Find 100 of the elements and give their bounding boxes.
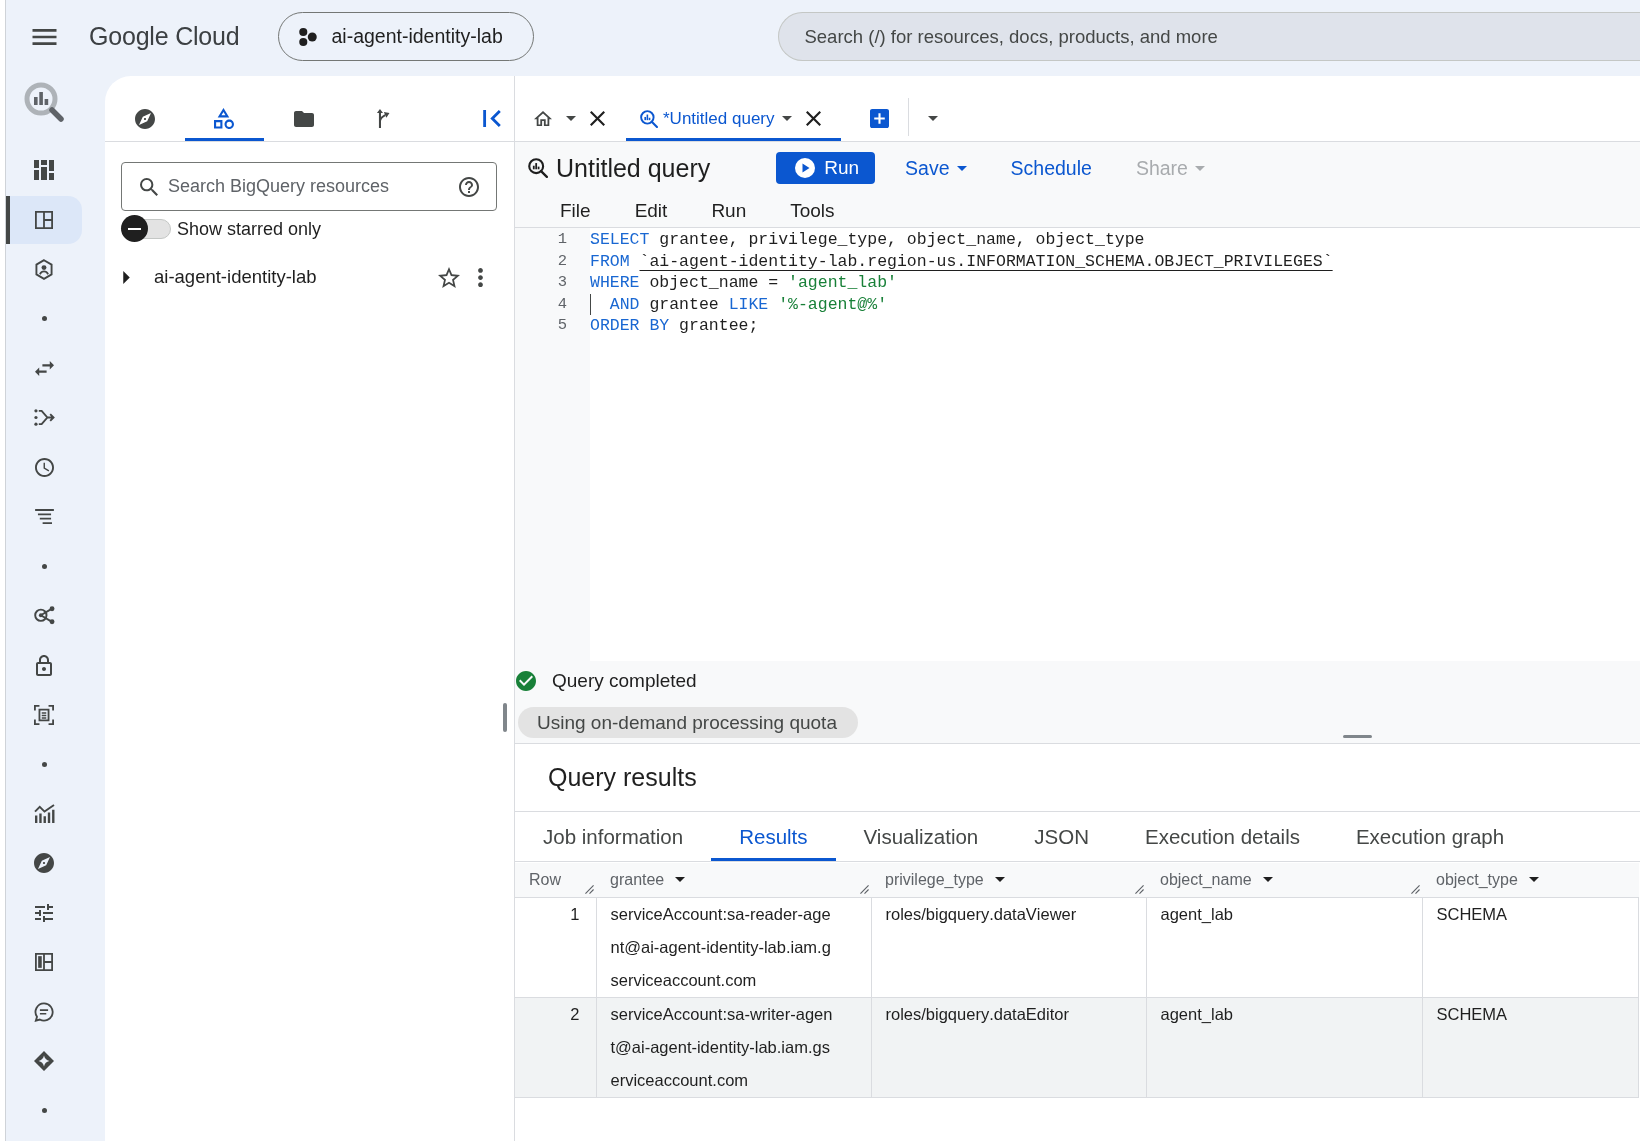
search-icon: [140, 177, 158, 196]
code-line: ORDER BY grantee;: [590, 315, 759, 337]
code-line: AND grantee LIKE '%-agent@%': [590, 293, 888, 316]
close-icon[interactable]: [590, 111, 605, 126]
layout-icon: [35, 210, 53, 229]
code-line: WHERE object_name = 'agent_lab': [590, 272, 897, 294]
framed-document-icon: [34, 704, 54, 725]
menu-item[interactable]: Run: [699, 195, 759, 226]
branch-icon: [376, 109, 391, 128]
bar-chart-icon: [33, 804, 55, 823]
product-logo[interactable]: Google Cloud: [89, 22, 240, 51]
swap-arrows-icon: [34, 360, 54, 376]
code-line: FROM `ai-agent-identity-lab.region-us.INFORMATION_SCHEMA.OBJECT_PRIVILEGES`: [590, 250, 1333, 273]
column-header: object_name: [1160, 870, 1252, 889]
shapes-icon: [214, 108, 235, 129]
target-nodes-icon: [33, 606, 55, 625]
diamond-sparkle-icon: [34, 1051, 54, 1071]
row-number: 1: [515, 897, 596, 997]
home-icon: [534, 110, 552, 127]
compass-icon: [34, 853, 54, 873]
caret-icon: [956, 165, 967, 171]
folder-icon: [293, 110, 314, 127]
menu-icon[interactable]: [32, 28, 57, 45]
caret-icon: [1194, 165, 1205, 171]
caret-icon[interactable]: [566, 116, 576, 121]
results-tab[interactable]: Visualization: [835, 812, 1007, 861]
separator-dot-icon: [41, 316, 47, 321]
status-message: Query completed: [552, 670, 697, 692]
schedule-button[interactable]: Schedule: [996, 152, 1106, 184]
column-header: grantee: [610, 870, 665, 889]
caret-icon[interactable]: [927, 116, 938, 121]
results-tab[interactable]: Execution graph: [1327, 812, 1533, 861]
search-field[interactable]: Search BigQuery resources: [121, 162, 497, 211]
caret-icon[interactable]: [1262, 877, 1273, 883]
run-button[interactable]: Run: [776, 152, 876, 184]
resize-grip-icon[interactable]: [1135, 884, 1144, 894]
results-tab[interactable]: Job information: [515, 812, 712, 861]
line-number: 2: [557, 250, 567, 272]
tree-item[interactable]: ai-agent-identity-lab: [105, 257, 514, 297]
chart-magnifier-icon: [640, 109, 658, 128]
close-icon[interactable]: [805, 111, 821, 126]
resize-grip-icon[interactable]: [1411, 884, 1420, 894]
nav-rail-button[interactable]: [6, 195, 82, 244]
save-button[interactable]: Save: [891, 152, 981, 184]
caret-icon[interactable]: [675, 877, 686, 883]
help-icon[interactable]: [459, 176, 479, 197]
line-number: 4: [557, 293, 567, 315]
chart-magnifier-icon[interactable]: [24, 82, 64, 122]
compass-icon: [134, 108, 155, 129]
caret-icon[interactable]: [1528, 877, 1539, 883]
query-title: Untitled query: [556, 153, 711, 183]
star-outline-icon[interactable]: [438, 266, 460, 288]
caret-icon[interactable]: [123, 270, 130, 284]
toggle-switch[interactable]: [121, 215, 171, 243]
line-number: 1: [557, 229, 567, 250]
table-cell: roles/bigquery.dataEditor: [871, 997, 1146, 1097]
column-header: Row: [529, 870, 561, 889]
separator-dot-icon: [41, 761, 47, 767]
hexagon-user-icon: [35, 258, 53, 280]
separator-dot-icon: [41, 563, 47, 569]
resize-grip-icon[interactable]: [860, 884, 869, 894]
line-number: 3: [557, 272, 567, 294]
play-circle-icon: [795, 158, 816, 178]
toggle-label: Show starred only: [177, 218, 322, 240]
menu-item[interactable]: Tools: [778, 195, 847, 226]
more-vert-icon[interactable]: [478, 267, 483, 287]
resize-grip-icon[interactable]: [585, 884, 594, 894]
results-tab[interactable]: JSON: [1006, 812, 1117, 861]
clock-icon: [34, 457, 54, 477]
column-header: object_type: [1436, 870, 1518, 889]
results-tab[interactable]: Execution details: [1116, 812, 1328, 861]
grid-icon: [35, 953, 53, 971]
quota-chip: Using on-demand processing quota: [518, 707, 858, 738]
lock-icon: [36, 654, 52, 676]
chevron-left-bar-icon[interactable]: [483, 110, 501, 127]
table-cell: SCHEMA: [1422, 897, 1639, 997]
table-cell: SCHEMA: [1422, 997, 1639, 1097]
branching-arrow-icon: [33, 408, 55, 427]
separator-dot-icon: [41, 1108, 47, 1113]
menu-item[interactable]: Edit: [622, 195, 680, 226]
hub-icon: [299, 27, 318, 46]
add-box-icon[interactable]: [869, 109, 889, 128]
row-number: 2: [515, 997, 596, 1097]
chart-magnifier-icon: [528, 158, 548, 178]
code-line: SELECT grantee, privilege_type, object_name, object_type: [590, 229, 1145, 251]
caret-icon[interactable]: [781, 116, 792, 121]
menu-item[interactable]: File: [548, 195, 603, 226]
table-cell: agent_lab: [1146, 897, 1422, 997]
table-cell: serviceAccount:sa-writer-agent@ai-agent-identity-lab.iam.gserviceaccount.com: [596, 997, 871, 1097]
section-title: Query results: [548, 763, 697, 792]
drag-handle[interactable]: [1343, 735, 1372, 738]
sliders-icon: [35, 903, 53, 922]
column-header: privilege_type: [885, 870, 984, 889]
panel-resize-handle[interactable]: [503, 703, 507, 732]
line-number: 5: [557, 315, 567, 337]
caret-icon[interactable]: [994, 877, 1005, 883]
search-field[interactable]: Search (/) for resources, docs, products, and more: [778, 12, 1640, 61]
table-cell: roles/bigquery.dataViewer: [871, 897, 1146, 997]
chat-bubble-icon: [34, 1001, 54, 1022]
mosaic-icon: [34, 160, 54, 180]
